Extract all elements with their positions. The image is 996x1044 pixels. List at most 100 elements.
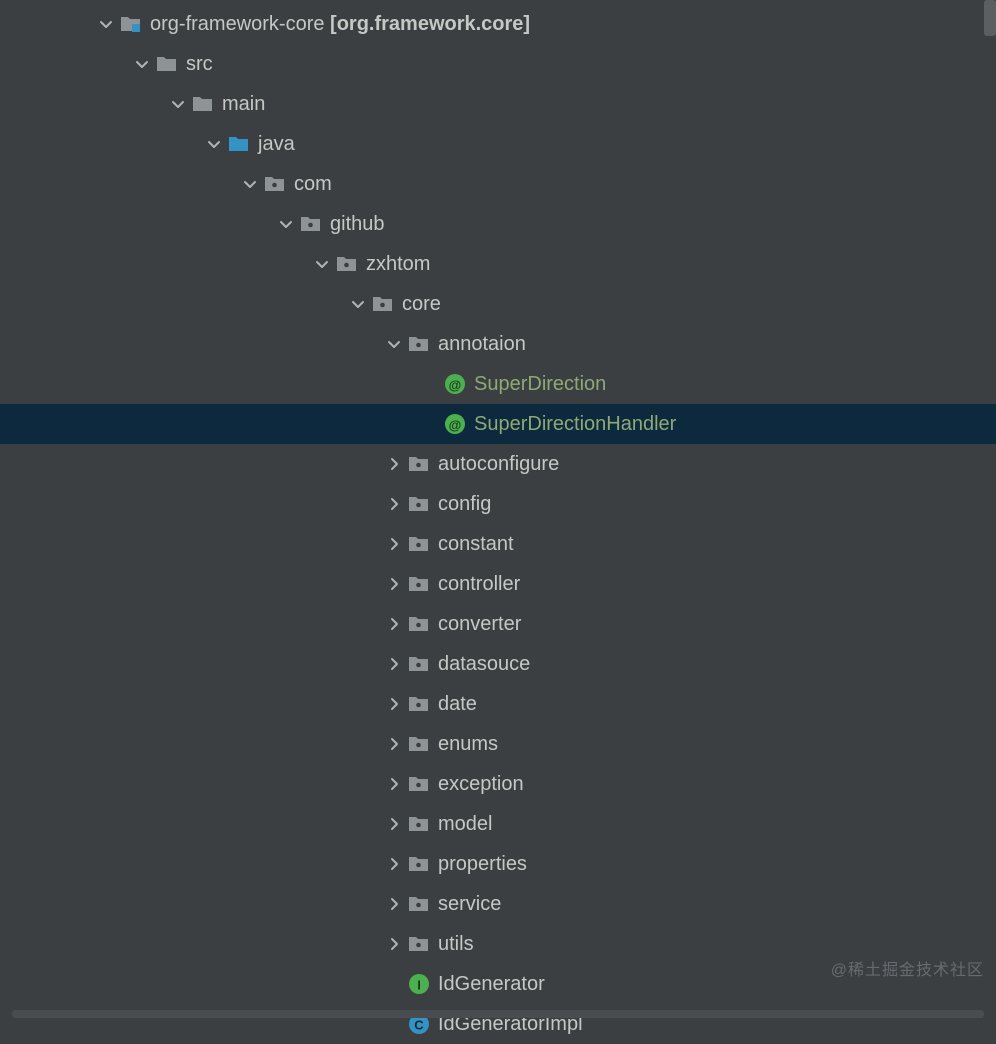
tree-item-label: properties (438, 853, 527, 876)
chevron-down-icon[interactable] (168, 94, 188, 114)
folder-icon (192, 93, 214, 115)
tree-item-label: src (186, 53, 213, 76)
tree-item-label: zxhtom (366, 253, 430, 276)
tree-item-label: enums (438, 733, 498, 756)
scrollbar-horizontal[interactable] (12, 1010, 984, 1018)
tree-item-label: controller (438, 573, 520, 596)
package-icon (408, 333, 430, 355)
tree-item-label: org-framework-core [org.framework.core] (150, 13, 530, 36)
tree-item-label: core (402, 293, 441, 316)
tree-item-label: service (438, 893, 501, 916)
chevron-down-icon[interactable] (276, 214, 296, 234)
tree-item[interactable]: github (0, 204, 996, 244)
tree-item[interactable]: datasouce (0, 644, 996, 684)
chevron-right-icon[interactable] (384, 534, 404, 554)
package-icon (408, 733, 430, 755)
tree-item[interactable]: controller (0, 564, 996, 604)
tree-item[interactable]: enums (0, 724, 996, 764)
package-icon (408, 853, 430, 875)
module-folder-icon (120, 13, 142, 35)
package-icon (408, 813, 430, 835)
tree-item[interactable]: core (0, 284, 996, 324)
chevron-right-icon[interactable] (384, 934, 404, 954)
tree-item-label: exception (438, 773, 524, 796)
tree-item-label: autoconfigure (438, 453, 559, 476)
chevron-right-icon[interactable] (384, 894, 404, 914)
chevron-right-icon[interactable] (384, 614, 404, 634)
chevron-down-icon[interactable] (204, 134, 224, 154)
chevron-right-icon[interactable] (384, 694, 404, 714)
annotation-icon (444, 413, 466, 435)
package-icon (408, 493, 430, 515)
tree-item[interactable]: com (0, 164, 996, 204)
tree-item[interactable]: constant (0, 524, 996, 564)
chevron-right-icon[interactable] (384, 814, 404, 834)
watermark-text: @稀土掘金技术社区 (831, 956, 984, 980)
tree-item-suffix: [org.framework.core] (324, 13, 530, 35)
tree-item-label: com (294, 173, 332, 196)
package-icon (408, 773, 430, 795)
tree-item[interactable]: converter (0, 604, 996, 644)
tree-item-label: constant (438, 533, 514, 556)
tree-item[interactable]: SuperDirection (0, 364, 996, 404)
interface-icon (408, 973, 430, 995)
package-icon (408, 933, 430, 955)
tree-item-label: converter (438, 613, 521, 636)
tree-item[interactable]: org-framework-core [org.framework.core] (0, 4, 996, 44)
chevron-right-icon[interactable] (384, 854, 404, 874)
tree-item-label: datasouce (438, 653, 530, 676)
tree-item[interactable]: service (0, 884, 996, 924)
scrollbar-vertical-thumb[interactable] (984, 0, 996, 36)
package-icon (408, 453, 430, 475)
package-icon (408, 693, 430, 715)
chevron-right-icon[interactable] (384, 734, 404, 754)
package-icon (264, 173, 286, 195)
package-icon (408, 653, 430, 675)
tree-item[interactable]: model (0, 804, 996, 844)
package-icon (408, 533, 430, 555)
chevron-right-icon[interactable] (384, 774, 404, 794)
chevron-right-icon[interactable] (384, 494, 404, 514)
chevron-right-icon[interactable] (384, 574, 404, 594)
tree-item[interactable]: properties (0, 844, 996, 884)
package-icon (300, 213, 322, 235)
tree-item-label: main (222, 93, 265, 116)
source-folder-icon (228, 133, 250, 155)
tree-item-label: IdGenerator (438, 973, 545, 996)
chevron-down-icon[interactable] (312, 254, 332, 274)
tree-item-label: config (438, 493, 491, 516)
tree-item-label: model (438, 813, 492, 836)
chevron-down-icon[interactable] (96, 14, 116, 34)
package-icon (372, 293, 394, 315)
chevron-down-icon[interactable] (132, 54, 152, 74)
tree-item-label: java (258, 133, 295, 156)
tree-item[interactable]: date (0, 684, 996, 724)
chevron-right-icon[interactable] (384, 454, 404, 474)
tree-item-label: SuperDirection (474, 373, 606, 396)
project-tree[interactable]: org-framework-core [org.framework.core] s… (0, 0, 996, 1044)
folder-icon (156, 53, 178, 75)
chevron-down-icon[interactable] (348, 294, 368, 314)
chevron-down-icon[interactable] (384, 334, 404, 354)
tree-item[interactable]: autoconfigure (0, 444, 996, 484)
tree-item[interactable]: java (0, 124, 996, 164)
tree-item-label: date (438, 693, 477, 716)
tree-item[interactable]: zxhtom (0, 244, 996, 284)
tree-item[interactable]: annotaion (0, 324, 996, 364)
chevron-down-icon[interactable] (240, 174, 260, 194)
tree-item-label: annotaion (438, 333, 526, 356)
chevron-right-icon[interactable] (384, 654, 404, 674)
package-icon (408, 613, 430, 635)
tree-item-label: utils (438, 933, 474, 956)
package-icon (408, 573, 430, 595)
tree-item[interactable]: src (0, 44, 996, 84)
annotation-icon (444, 373, 466, 395)
tree-item-label: github (330, 213, 385, 236)
tree-item[interactable]: main (0, 84, 996, 124)
package-icon (336, 253, 358, 275)
tree-item[interactable]: SuperDirectionHandler (0, 404, 996, 444)
tree-item-label: SuperDirectionHandler (474, 413, 676, 436)
tree-item[interactable]: exception (0, 764, 996, 804)
tree-item[interactable]: config (0, 484, 996, 524)
package-icon (408, 893, 430, 915)
